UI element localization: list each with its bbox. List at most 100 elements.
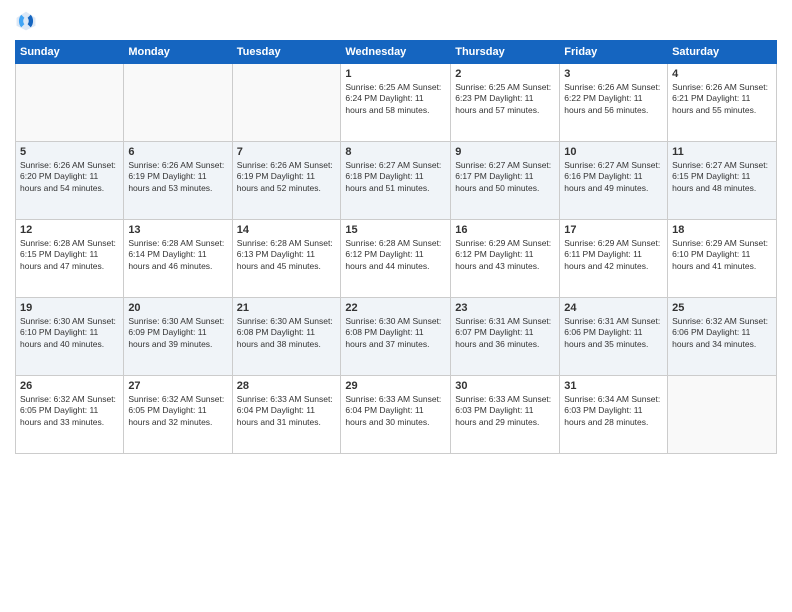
day-number: 17 [564, 224, 663, 236]
calendar-cell: 1 Sunrise: 6:25 AM Sunset: 6:24 PM Daylig… [341, 64, 451, 142]
calendar-cell: 20 Sunrise: 6:30 AM Sunset: 6:09 PM Dayli… [124, 298, 232, 376]
day-info: Sunrise: 6:32 AM Sunset: 6:05 PM Dayligh… [128, 394, 227, 428]
day-number: 12 [20, 224, 119, 236]
day-number: 30 [455, 380, 555, 392]
day-number: 16 [455, 224, 555, 236]
calendar-cell: 9 Sunrise: 6:27 AM Sunset: 6:17 PM Daylig… [451, 142, 560, 220]
calendar-cell [232, 64, 341, 142]
day-info: Sunrise: 6:28 AM Sunset: 6:12 PM Dayligh… [345, 238, 446, 272]
day-info: Sunrise: 6:27 AM Sunset: 6:18 PM Dayligh… [345, 160, 446, 194]
calendar-cell: 27 Sunrise: 6:32 AM Sunset: 6:05 PM Dayli… [124, 376, 232, 454]
day-info: Sunrise: 6:32 AM Sunset: 6:05 PM Dayligh… [20, 394, 119, 428]
day-number: 29 [345, 380, 446, 392]
calendar-cell: 8 Sunrise: 6:27 AM Sunset: 6:18 PM Daylig… [341, 142, 451, 220]
day-info: Sunrise: 6:25 AM Sunset: 6:24 PM Dayligh… [345, 82, 446, 116]
day-info: Sunrise: 6:30 AM Sunset: 6:08 PM Dayligh… [345, 316, 446, 350]
day-number: 3 [564, 68, 663, 80]
day-info: Sunrise: 6:27 AM Sunset: 6:15 PM Dayligh… [672, 160, 772, 194]
day-number: 9 [455, 146, 555, 158]
calendar-cell: 2 Sunrise: 6:25 AM Sunset: 6:23 PM Daylig… [451, 64, 560, 142]
weekday-header-tuesday: Tuesday [232, 41, 341, 64]
day-info: Sunrise: 6:27 AM Sunset: 6:17 PM Dayligh… [455, 160, 555, 194]
day-number: 27 [128, 380, 227, 392]
day-number: 7 [237, 146, 337, 158]
day-info: Sunrise: 6:26 AM Sunset: 6:21 PM Dayligh… [672, 82, 772, 116]
calendar-week-1: 1 Sunrise: 6:25 AM Sunset: 6:24 PM Daylig… [16, 64, 777, 142]
day-number: 19 [20, 302, 119, 314]
day-info: Sunrise: 6:30 AM Sunset: 6:09 PM Dayligh… [128, 316, 227, 350]
calendar-cell: 16 Sunrise: 6:29 AM Sunset: 6:12 PM Dayli… [451, 220, 560, 298]
calendar-cell: 11Sunrise: 6:27 AM Sunset: 6:15 PM Dayli… [668, 142, 777, 220]
calendar-cell: 19Sunrise: 6:30 AM Sunset: 6:10 PM Dayli… [16, 298, 124, 376]
calendar-cell: 21Sunrise: 6:30 AM Sunset: 6:08 PM Dayli… [232, 298, 341, 376]
page: SundayMondayTuesdayWednesdayThursdayFrid… [0, 0, 792, 612]
day-info: Sunrise: 6:29 AM Sunset: 6:11 PM Dayligh… [564, 238, 663, 272]
weekday-header-sunday: Sunday [16, 41, 124, 64]
calendar-cell [16, 64, 124, 142]
calendar-week-3: 12 Sunrise: 6:28 AM Sunset: 6:15 PM Dayli… [16, 220, 777, 298]
calendar-cell: 22 Sunrise: 6:30 AM Sunset: 6:08 PM Dayli… [341, 298, 451, 376]
day-number: 4 [672, 68, 772, 80]
weekday-header-row: SundayMondayTuesdayWednesdayThursdayFrid… [16, 41, 777, 64]
day-number: 8 [345, 146, 446, 158]
day-info: Sunrise: 6:32 AM Sunset: 6:06 PM Dayligh… [672, 316, 772, 350]
calendar-cell: 29 Sunrise: 6:33 AM Sunset: 6:04 PM Dayli… [341, 376, 451, 454]
logo-icon [15, 10, 37, 32]
weekday-header-thursday: Thursday [451, 41, 560, 64]
day-number: 5 [20, 146, 119, 158]
day-number: 23 [455, 302, 555, 314]
day-info: Sunrise: 6:31 AM Sunset: 6:06 PM Dayligh… [564, 316, 663, 350]
day-info: Sunrise: 6:26 AM Sunset: 6:20 PM Dayligh… [20, 160, 119, 194]
day-number: 24 [564, 302, 663, 314]
weekday-header-monday: Monday [124, 41, 232, 64]
calendar-table: SundayMondayTuesdayWednesdayThursdayFrid… [15, 40, 777, 454]
day-number: 14 [237, 224, 337, 236]
calendar-cell: 26Sunrise: 6:32 AM Sunset: 6:05 PM Dayli… [16, 376, 124, 454]
calendar-cell: 10Sunrise: 6:27 AM Sunset: 6:16 PM Dayli… [560, 142, 668, 220]
weekday-header-saturday: Saturday [668, 41, 777, 64]
day-info: Sunrise: 6:33 AM Sunset: 6:03 PM Dayligh… [455, 394, 555, 428]
calendar-week-2: 5 Sunrise: 6:26 AM Sunset: 6:20 PM Daylig… [16, 142, 777, 220]
day-info: Sunrise: 6:25 AM Sunset: 6:23 PM Dayligh… [455, 82, 555, 116]
day-info: Sunrise: 6:34 AM Sunset: 6:03 PM Dayligh… [564, 394, 663, 428]
day-info: Sunrise: 6:33 AM Sunset: 6:04 PM Dayligh… [237, 394, 337, 428]
day-number: 28 [237, 380, 337, 392]
calendar-cell: 25 Sunrise: 6:32 AM Sunset: 6:06 PM Dayli… [668, 298, 777, 376]
day-info: Sunrise: 6:27 AM Sunset: 6:16 PM Dayligh… [564, 160, 663, 194]
day-info: Sunrise: 6:29 AM Sunset: 6:10 PM Dayligh… [672, 238, 772, 272]
calendar-cell: 30 Sunrise: 6:33 AM Sunset: 6:03 PM Dayli… [451, 376, 560, 454]
calendar-cell: 5 Sunrise: 6:26 AM Sunset: 6:20 PM Daylig… [16, 142, 124, 220]
calendar-cell: 7Sunrise: 6:26 AM Sunset: 6:19 PM Daylig… [232, 142, 341, 220]
calendar-cell: 13 Sunrise: 6:28 AM Sunset: 6:14 PM Dayli… [124, 220, 232, 298]
day-number: 15 [345, 224, 446, 236]
calendar-cell: 12 Sunrise: 6:28 AM Sunset: 6:15 PM Dayli… [16, 220, 124, 298]
header [15, 10, 777, 32]
weekday-header-wednesday: Wednesday [341, 41, 451, 64]
day-number: 21 [237, 302, 337, 314]
day-info: Sunrise: 6:33 AM Sunset: 6:04 PM Dayligh… [345, 394, 446, 428]
day-number: 25 [672, 302, 772, 314]
day-number: 6 [128, 146, 227, 158]
calendar-week-4: 19Sunrise: 6:30 AM Sunset: 6:10 PM Dayli… [16, 298, 777, 376]
day-number: 22 [345, 302, 446, 314]
calendar-cell [668, 376, 777, 454]
day-info: Sunrise: 6:26 AM Sunset: 6:22 PM Dayligh… [564, 82, 663, 116]
calendar-cell: 6 Sunrise: 6:26 AM Sunset: 6:19 PM Daylig… [124, 142, 232, 220]
day-number: 31 [564, 380, 663, 392]
day-info: Sunrise: 6:29 AM Sunset: 6:12 PM Dayligh… [455, 238, 555, 272]
day-number: 1 [345, 68, 446, 80]
day-info: Sunrise: 6:28 AM Sunset: 6:15 PM Dayligh… [20, 238, 119, 272]
calendar-week-5: 26Sunrise: 6:32 AM Sunset: 6:05 PM Dayli… [16, 376, 777, 454]
day-number: 2 [455, 68, 555, 80]
day-info: Sunrise: 6:31 AM Sunset: 6:07 PM Dayligh… [455, 316, 555, 350]
day-info: Sunrise: 6:26 AM Sunset: 6:19 PM Dayligh… [128, 160, 227, 194]
calendar-cell: 31 Sunrise: 6:34 AM Sunset: 6:03 PM Dayli… [560, 376, 668, 454]
logo [15, 10, 41, 32]
day-number: 18 [672, 224, 772, 236]
day-number: 13 [128, 224, 227, 236]
calendar-cell: 4 Sunrise: 6:26 AM Sunset: 6:21 PM Daylig… [668, 64, 777, 142]
weekday-header-friday: Friday [560, 41, 668, 64]
day-info: Sunrise: 6:28 AM Sunset: 6:13 PM Dayligh… [237, 238, 337, 272]
day-number: 20 [128, 302, 227, 314]
day-info: Sunrise: 6:28 AM Sunset: 6:14 PM Dayligh… [128, 238, 227, 272]
